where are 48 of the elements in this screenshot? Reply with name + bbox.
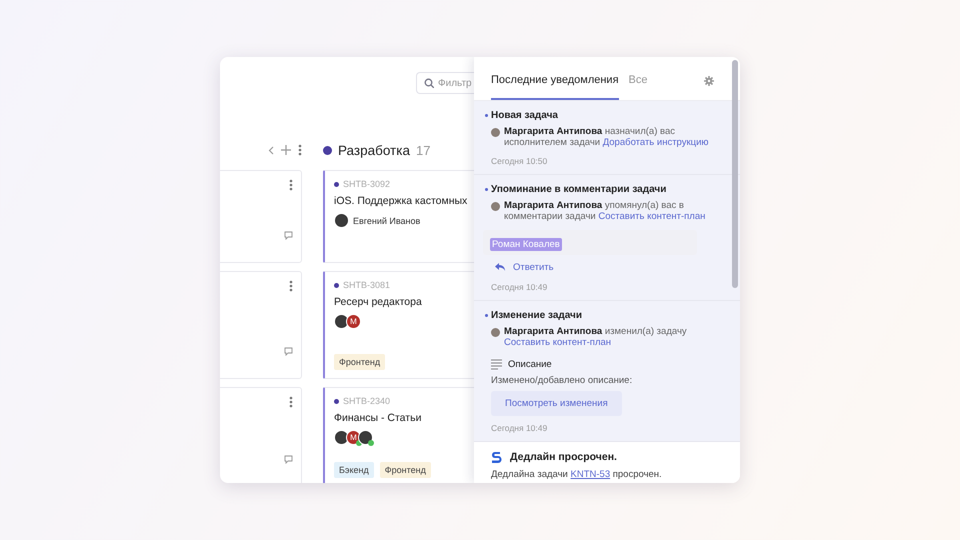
avatar: [491, 128, 500, 137]
more-icon: [298, 144, 302, 156]
mention-tag: Роман Ковалев: [490, 238, 562, 251]
task-id: SHTB-3092: [343, 179, 390, 189]
unread-dot: [485, 188, 488, 191]
notification-text: Дедлайна задачи KNTN-53 просрочен.: [491, 468, 663, 480]
notification-title: Новая задача: [491, 110, 714, 121]
text-lines-icon: [491, 358, 502, 370]
task-id: SHTB-3081: [343, 280, 390, 290]
assignee-name: Евгений Иванов: [353, 216, 420, 226]
avatar: [491, 328, 500, 337]
chevron-left-icon: [268, 146, 274, 154]
scrollbar[interactable]: [732, 60, 738, 288]
column-title: Разработка: [338, 142, 410, 158]
task-card[interactable]: [220, 170, 302, 263]
task-title: Ресерч редактора: [334, 296, 422, 308]
s-logo-icon: [491, 450, 502, 464]
search-icon: [424, 78, 434, 88]
avatar: [491, 202, 500, 211]
task-link[interactable]: Составить контент-план: [598, 211, 706, 222]
timestamp: Сегодня 10:50: [491, 156, 548, 166]
task-title: iOS. Поддержка кастомных: [334, 195, 468, 207]
tag: Бэкенд: [334, 462, 374, 478]
task-id: SHTB-2340: [343, 396, 390, 406]
settings-icon[interactable]: [704, 76, 714, 86]
filter-field[interactable]: Фильтр: [416, 72, 474, 94]
plus-icon: [281, 145, 291, 155]
task-link[interactable]: Доработать инструкцию: [602, 137, 709, 148]
task-card[interactable]: [220, 271, 302, 379]
timestamp: Сегодня 10:49: [491, 422, 548, 433]
unread-dot: [485, 314, 488, 317]
unread-dot: [485, 114, 488, 117]
task-title: Финансы - Статьи: [334, 412, 422, 424]
tag: Фронтенд: [380, 462, 431, 478]
notification-text: Маргарита Антипова назначил(а) вас исполнителем задачи Доработать инструкцию: [504, 126, 710, 149]
more-icon: [289, 179, 293, 191]
task-link[interactable]: KNTN-53: [570, 468, 610, 480]
tag: Фронтенд: [334, 354, 386, 370]
task-card[interactable]: [220, 387, 302, 483]
notification-title: Дедлайн просрочен.: [510, 451, 617, 464]
avatar: M: [346, 314, 361, 329]
tab[interactable]: Все: [628, 74, 648, 100]
more-icon: [289, 280, 293, 292]
reply-icon: [495, 263, 505, 272]
avatar: M: [346, 430, 361, 445]
view-changes-button[interactable]: Посмотреть изменения: [491, 390, 622, 416]
more-icon: [289, 396, 293, 408]
column-count: 17: [416, 142, 430, 158]
